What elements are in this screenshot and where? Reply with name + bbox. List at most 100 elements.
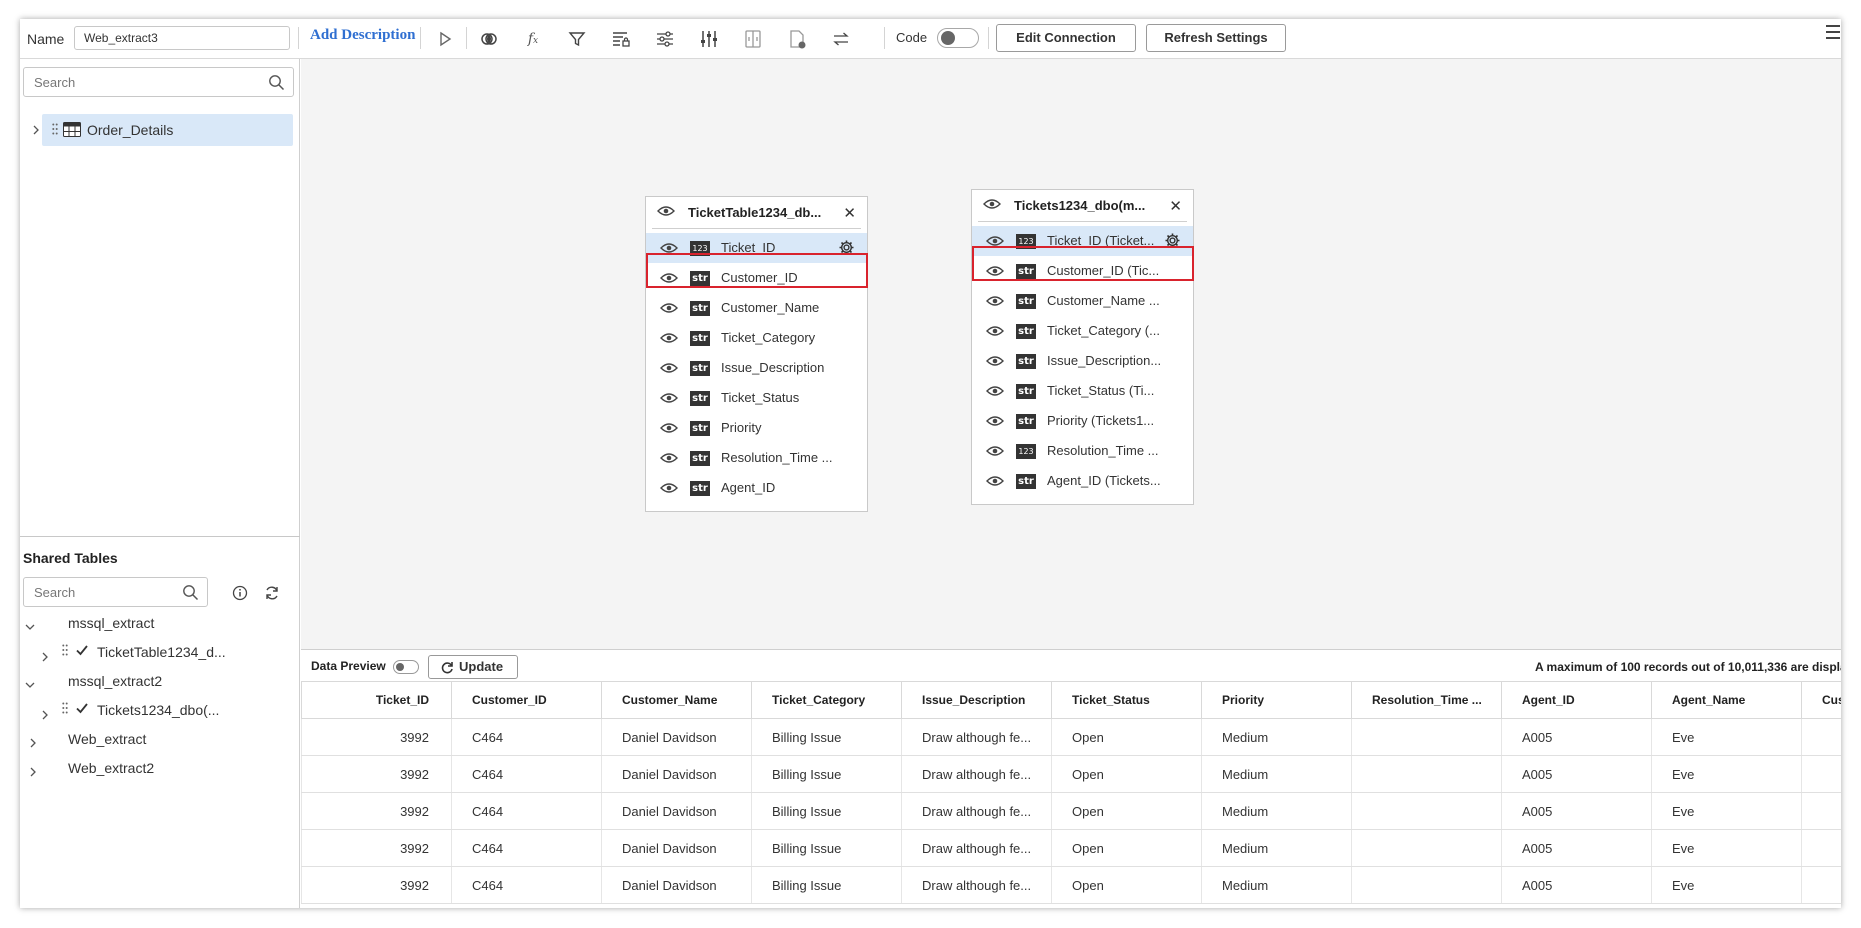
drag-handle-icon[interactable] bbox=[62, 644, 68, 656]
field-row[interactable]: str Priority (Tickets1... bbox=[972, 406, 1193, 436]
column-header[interactable]: Customer_ID bbox=[451, 681, 602, 719]
column-header[interactable]: Agent_Name bbox=[1651, 681, 1802, 719]
eye-icon[interactable] bbox=[660, 331, 678, 345]
add-description-link[interactable]: Add Description bbox=[310, 27, 415, 44]
chevron-right-icon[interactable] bbox=[40, 710, 50, 720]
eye-icon[interactable] bbox=[986, 474, 1004, 488]
eye-icon[interactable] bbox=[986, 354, 1004, 368]
column-header[interactable]: Issue_Description bbox=[901, 681, 1052, 719]
refresh-icon[interactable] bbox=[264, 585, 280, 601]
vertical-sliders-icon[interactable] bbox=[698, 29, 720, 49]
table-row[interactable]: 3992 C464 Daniel Davidson Billing Issue Draw… bbox=[301, 866, 1841, 904]
run-icon[interactable] bbox=[434, 29, 456, 49]
chevron-right-icon[interactable] bbox=[28, 738, 38, 748]
gear-icon[interactable] bbox=[838, 239, 855, 256]
column-header[interactable]: Agent_ID bbox=[1501, 681, 1652, 719]
eye-icon[interactable] bbox=[660, 361, 678, 375]
table-card-tickettable[interactable]: TicketTable1234_db... ✕ 123 Ticket_ID str C… bbox=[645, 196, 868, 512]
shared-table-label[interactable]: Tickets1234_dbo(... bbox=[97, 702, 219, 718]
table-row[interactable]: 3992 C464 Daniel Davidson Billing Issue Draw… bbox=[301, 829, 1841, 867]
table-row[interactable]: 3992 C464 Daniel Davidson Billing Issue Draw… bbox=[301, 792, 1841, 830]
chevron-down-icon[interactable] bbox=[25, 680, 35, 690]
data-preview-toggle[interactable] bbox=[393, 660, 419, 674]
field-row[interactable]: str Customer_ID bbox=[646, 263, 867, 293]
eye-icon[interactable] bbox=[660, 451, 678, 465]
drag-handle-icon[interactable] bbox=[62, 702, 68, 714]
eye-icon[interactable] bbox=[660, 271, 678, 285]
field-row[interactable]: str Customer_ID (Tic... bbox=[972, 256, 1193, 286]
document-status-icon[interactable] bbox=[786, 29, 808, 49]
join-icon[interactable] bbox=[478, 29, 500, 49]
column-header[interactable]: Priority bbox=[1201, 681, 1352, 719]
field-row[interactable]: str Customer_Name ... bbox=[972, 286, 1193, 316]
eye-icon[interactable] bbox=[986, 234, 1004, 248]
split-column-icon[interactable] bbox=[742, 29, 764, 49]
formula-icon[interactable]: fx bbox=[522, 29, 544, 49]
column-header[interactable]: Cus bbox=[1801, 681, 1841, 719]
info-icon[interactable] bbox=[232, 585, 248, 601]
design-canvas[interactable]: TicketTable1234_db... ✕ 123 Ticket_ID str C… bbox=[301, 59, 1841, 649]
field-row[interactable]: str Agent_ID bbox=[646, 473, 867, 503]
close-icon[interactable]: ✕ bbox=[1169, 197, 1182, 215]
field-row[interactable]: str Issue_Description... bbox=[972, 346, 1193, 376]
eye-icon[interactable] bbox=[983, 197, 1001, 211]
table-search-input[interactable]: Search bbox=[23, 67, 294, 97]
table-row[interactable]: 3992 C464 Daniel Davidson Billing Issue Draw… bbox=[301, 718, 1841, 756]
field-row[interactable]: str Issue_Description bbox=[646, 353, 867, 383]
eye-icon[interactable] bbox=[660, 481, 678, 495]
eye-icon[interactable] bbox=[986, 384, 1004, 398]
code-toggle[interactable] bbox=[937, 28, 979, 48]
field-row[interactable]: str Agent_ID (Tickets... bbox=[972, 466, 1193, 496]
table-lock-icon[interactable] bbox=[610, 29, 632, 49]
table-row[interactable]: 3992 C464 Daniel Davidson Billing Issue Draw… bbox=[301, 755, 1841, 793]
settings-sliders-icon[interactable] bbox=[654, 29, 676, 49]
gear-icon[interactable] bbox=[1164, 232, 1181, 249]
field-row[interactable]: 123 Ticket_ID bbox=[646, 233, 867, 263]
chevron-down-icon[interactable] bbox=[25, 622, 35, 632]
menu-icon[interactable] bbox=[1826, 25, 1840, 43]
field-row[interactable]: str Ticket_Category bbox=[646, 323, 867, 353]
close-icon[interactable]: ✕ bbox=[843, 204, 856, 222]
column-header[interactable]: Ticket_Status bbox=[1051, 681, 1202, 719]
eye-icon[interactable] bbox=[986, 264, 1004, 278]
swap-icon[interactable] bbox=[830, 29, 852, 49]
eye-icon[interactable] bbox=[986, 414, 1004, 428]
eye-icon[interactable] bbox=[986, 444, 1004, 458]
field-row[interactable]: str Resolution_Time ... bbox=[646, 443, 867, 473]
column-header[interactable]: Resolution_Time ... bbox=[1351, 681, 1502, 719]
table-card-tickets[interactable]: Tickets1234_dbo(m... ✕ 123 Ticket_ID (Tic… bbox=[971, 189, 1194, 505]
filter-icon[interactable] bbox=[566, 29, 588, 49]
eye-icon[interactable] bbox=[660, 241, 678, 255]
eye-icon[interactable] bbox=[660, 421, 678, 435]
chevron-right-icon[interactable] bbox=[28, 767, 38, 777]
shared-table-label[interactable]: TicketTable1234_d... bbox=[97, 644, 226, 660]
eye-icon[interactable] bbox=[986, 294, 1004, 308]
field-row[interactable]: str Ticket_Category (... bbox=[972, 316, 1193, 346]
shared-group-label[interactable]: mssql_extract bbox=[68, 615, 154, 631]
refresh-settings-button[interactable]: Refresh Settings bbox=[1146, 24, 1286, 52]
edit-connection-button[interactable]: Edit Connection bbox=[996, 24, 1136, 52]
chevron-right-icon[interactable] bbox=[40, 652, 50, 662]
name-input[interactable] bbox=[74, 26, 290, 50]
column-header[interactable]: Ticket_ID bbox=[301, 681, 452, 719]
eye-icon[interactable] bbox=[986, 324, 1004, 338]
pane-divider[interactable] bbox=[20, 536, 300, 537]
eye-icon[interactable] bbox=[660, 391, 678, 405]
column-header[interactable]: Ticket_Category bbox=[751, 681, 902, 719]
field-row[interactable]: str Customer_Name bbox=[646, 293, 867, 323]
drag-handle-icon[interactable] bbox=[52, 123, 58, 135]
field-row[interactable]: str Ticket_Status (Ti... bbox=[972, 376, 1193, 406]
shared-search-input[interactable]: Search bbox=[23, 577, 208, 607]
field-row[interactable]: str Priority bbox=[646, 413, 867, 443]
field-row[interactable]: str Ticket_Status bbox=[646, 383, 867, 413]
shared-group-label[interactable]: Web_extract2 bbox=[68, 760, 154, 776]
field-row[interactable]: 123 Resolution_Time ... bbox=[972, 436, 1193, 466]
shared-group-label[interactable]: mssql_extract2 bbox=[68, 673, 162, 689]
update-button[interactable]: Update bbox=[428, 655, 518, 679]
eye-icon[interactable] bbox=[657, 204, 675, 218]
field-row[interactable]: 123 Ticket_ID (Ticket... bbox=[972, 226, 1193, 256]
column-header[interactable]: Customer_Name bbox=[601, 681, 752, 719]
preview-grid[interactable]: Ticket_ID Customer_ID Customer_Name Ticket_… bbox=[301, 681, 1841, 908]
shared-group-label[interactable]: Web_extract bbox=[68, 731, 146, 747]
eye-icon[interactable] bbox=[660, 301, 678, 315]
